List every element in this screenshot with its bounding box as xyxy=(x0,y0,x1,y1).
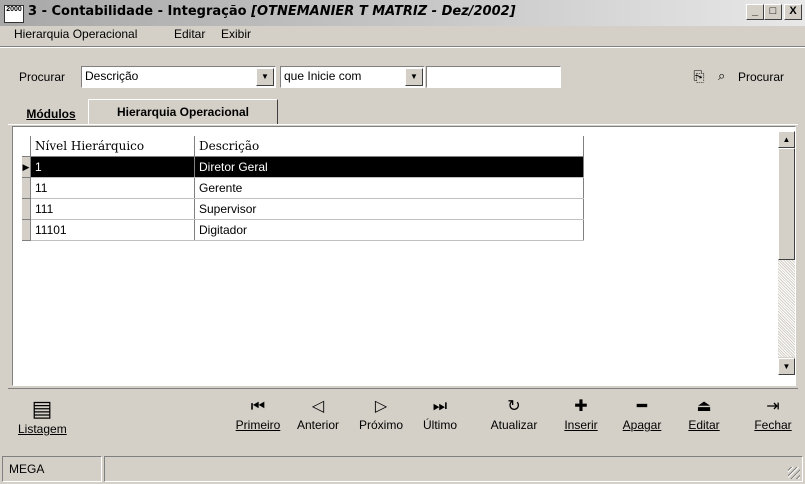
app-icon: 2000 xyxy=(4,5,24,23)
atualizar-button[interactable]: ↻ Atualizar xyxy=(482,396,546,432)
tab-modulos[interactable]: Módulos xyxy=(14,104,88,124)
menu-exibir[interactable]: Exibir xyxy=(221,27,251,41)
search-label: Procurar xyxy=(19,70,66,84)
table-row[interactable]: 11 Gerente xyxy=(22,177,584,199)
column-header-nivel[interactable]: Nível Hierárquico xyxy=(30,136,195,157)
cell-nivel[interactable]: 11 xyxy=(30,177,195,199)
apagar-button[interactable]: ━ Apagar xyxy=(614,396,670,432)
anterior-label: Anterior xyxy=(296,418,340,432)
insert-plus-icon: ✚ xyxy=(574,398,588,415)
chevron-down-icon[interactable]: ▼ xyxy=(256,68,274,86)
row-indicator xyxy=(22,198,31,220)
status-text: MEGA xyxy=(9,462,45,476)
inserir-button[interactable]: ✚ Inserir xyxy=(555,396,607,432)
report-icon: ▤ xyxy=(31,396,53,421)
inserir-label: Inserir xyxy=(564,418,598,432)
binoculars-icon: ⌕ xyxy=(718,68,726,83)
search-button-label: Procurar xyxy=(738,70,785,84)
primeiro-label: Primeiro xyxy=(235,418,281,432)
fechar-label: Fechar xyxy=(754,418,792,432)
cell-nivel[interactable]: 1 xyxy=(30,156,195,178)
proximo-label: Próximo xyxy=(358,418,403,432)
data-grid[interactable]: Nível Hierárquico Descrição ▶ 1 Diretor … xyxy=(12,126,796,386)
cell-descricao[interactable]: Gerente xyxy=(194,177,584,199)
cell-descricao[interactable]: Digitador xyxy=(194,219,584,241)
delete-minus-icon: ━ xyxy=(637,398,647,415)
search-field-select[interactable]: Descrição ▼ xyxy=(81,66,276,88)
search-field-value: Descrição xyxy=(85,69,139,83)
close-button[interactable]: X xyxy=(784,4,802,20)
window-title-main: 3 - Contabilidade - Integração xyxy=(28,4,247,19)
previous-record-icon: ◁ xyxy=(311,398,325,415)
scroll-down-icon[interactable]: ▼ xyxy=(778,358,795,375)
resize-grip-icon[interactable] xyxy=(788,467,800,479)
cell-nivel[interactable]: 11101 xyxy=(30,219,195,241)
apagar-label: Apagar xyxy=(622,418,662,432)
edit-eject-icon: ⏏ xyxy=(696,398,712,415)
scroll-track[interactable] xyxy=(778,260,795,357)
menu-hierarquia-operacional[interactable]: Hierarquia Operacional xyxy=(14,27,137,41)
editar-label: Editar xyxy=(688,418,720,432)
minimize-button[interactable]: _ xyxy=(746,4,764,20)
tab-modulos-label: Módulos xyxy=(26,107,76,121)
table-row[interactable]: 11101 Digitador xyxy=(22,219,584,241)
anterior-button[interactable]: ◁ Anterior xyxy=(290,396,346,432)
status-panel-mega: MEGA xyxy=(2,456,102,482)
status-panel-main xyxy=(104,456,803,482)
first-record-icon: ⏮ xyxy=(250,398,266,415)
listagem-button[interactable]: ▤ Listagem xyxy=(18,396,67,436)
window-title-context: [OTNEMANIER T MATRIZ - Dez/2002] xyxy=(251,4,516,19)
cell-nivel[interactable]: 111 xyxy=(30,198,195,220)
atualizar-label: Atualizar xyxy=(490,418,538,432)
separator xyxy=(0,47,805,48)
row-indicator xyxy=(22,177,31,199)
vertical-scrollbar[interactable]: ▲ ▼ xyxy=(778,131,795,375)
row-indicator xyxy=(22,219,31,241)
last-record-icon: ⏭ xyxy=(432,398,448,415)
proximo-button[interactable]: ▷ Próximo xyxy=(353,396,409,432)
tab-hierarquia-operacional-label: Hierarquia Operacional xyxy=(116,105,250,119)
scroll-thumb[interactable] xyxy=(778,148,795,260)
column-header-descricao[interactable]: Descrição xyxy=(194,136,584,157)
search-mode-value: que Inicie com xyxy=(284,69,362,83)
ultimo-button[interactable]: ⏭ Último xyxy=(414,396,466,432)
row-selected-icon: ▶ xyxy=(22,156,31,178)
table-row[interactable]: 111 Supervisor xyxy=(22,198,584,220)
tab-hierarquia-operacional[interactable]: Hierarquia Operacional xyxy=(88,99,278,124)
maximize-button[interactable]: □ xyxy=(764,4,782,20)
chevron-down-icon[interactable]: ▼ xyxy=(405,68,423,86)
primeiro-button[interactable]: ⏮ Primeiro xyxy=(230,396,286,432)
next-record-icon: ▷ xyxy=(374,398,388,415)
separator xyxy=(8,388,798,389)
cell-descricao[interactable]: Supervisor xyxy=(194,198,584,220)
search-button[interactable]: ⌕ Procurar xyxy=(716,68,802,86)
search-input[interactable] xyxy=(426,66,561,88)
filter-icon[interactable]: ⎘ xyxy=(690,68,708,84)
search-mode-select[interactable]: que Inicie com ▼ xyxy=(280,66,425,88)
table-row[interactable]: ▶ 1 Diretor Geral xyxy=(22,156,584,178)
grid-table: Nível Hierárquico Descrição ▶ 1 Diretor … xyxy=(22,136,584,241)
exit-door-icon: ⇥ xyxy=(766,398,780,415)
fechar-button[interactable]: ⇥ Fechar xyxy=(746,396,800,432)
scroll-up-icon[interactable]: ▲ xyxy=(778,131,795,148)
editar-button[interactable]: ⏏ Editar xyxy=(680,396,728,432)
tab-panel-edge xyxy=(8,124,798,125)
menu-editar[interactable]: Editar xyxy=(174,27,205,41)
ultimo-label: Último xyxy=(422,418,457,432)
grid-header-row: Nível Hierárquico Descrição xyxy=(22,136,584,157)
cell-descricao[interactable]: Diretor Geral xyxy=(194,156,584,178)
refresh-icon: ↻ xyxy=(507,398,521,415)
listagem-label: Listagem xyxy=(18,422,67,436)
window-title: 3 - Contabilidade - Integração [OTNEMANI… xyxy=(28,4,516,19)
row-indicator-header xyxy=(22,136,31,157)
